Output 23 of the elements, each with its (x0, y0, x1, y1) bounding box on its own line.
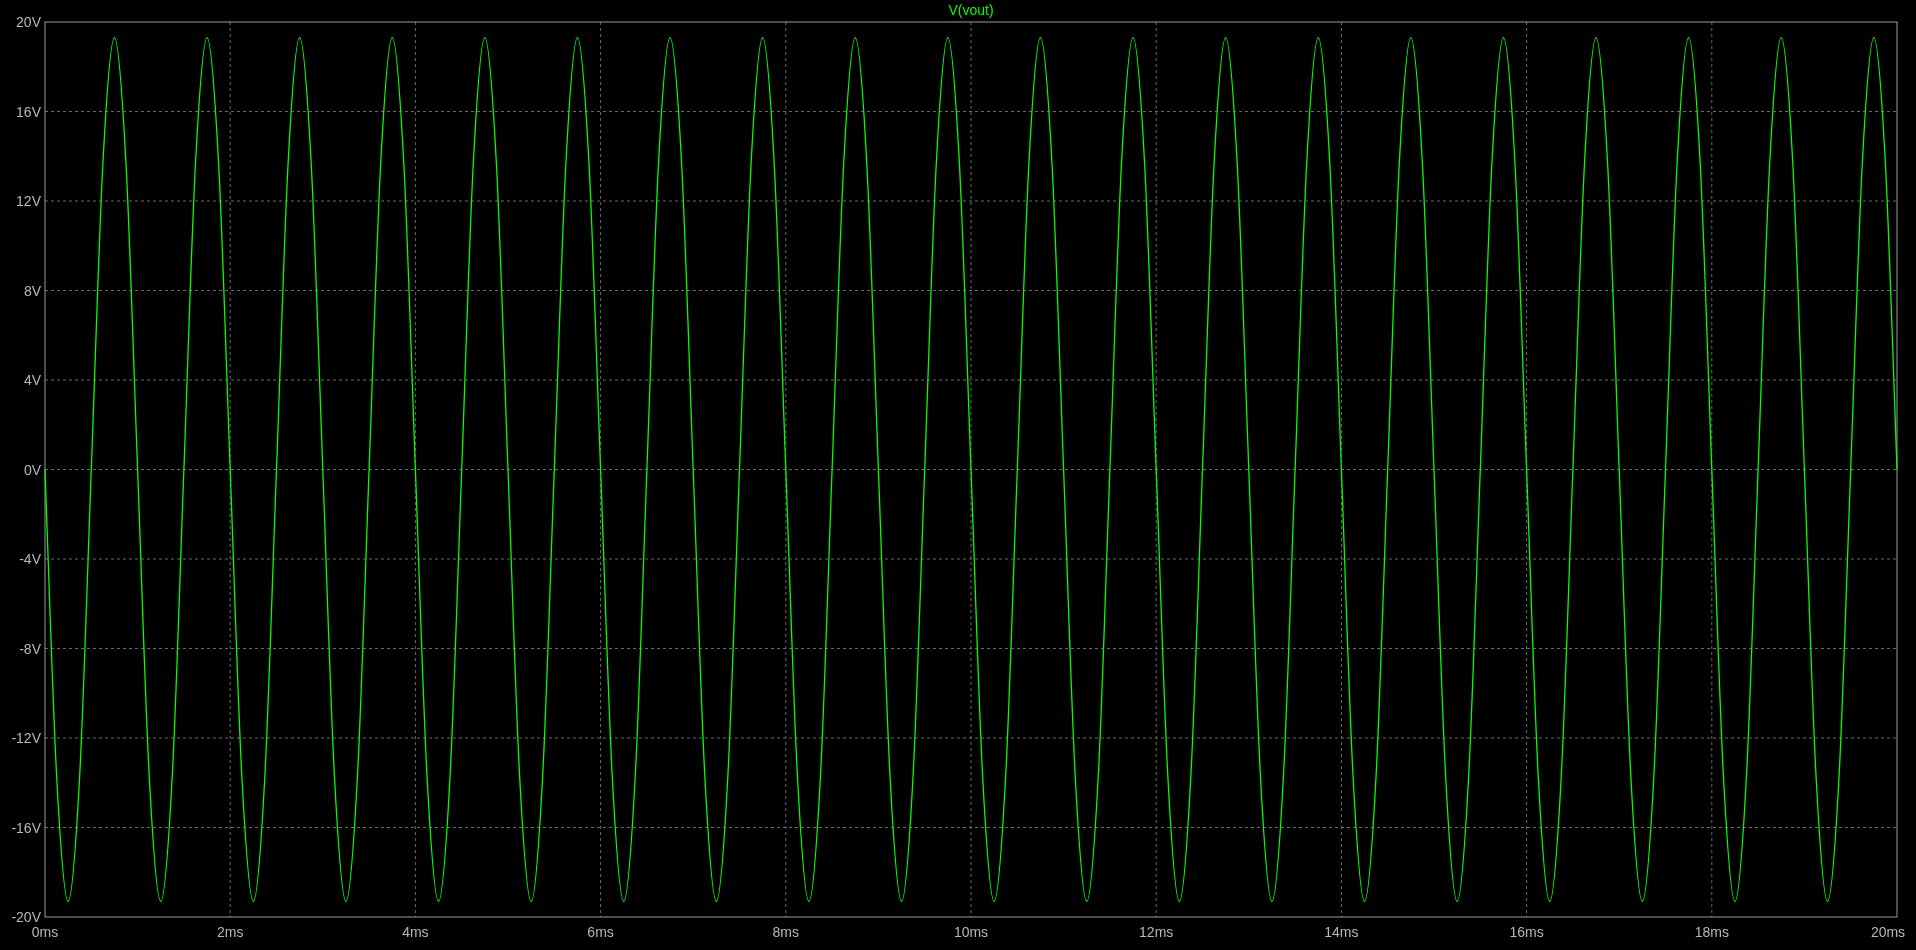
y-tick-label: -20V (11, 909, 41, 925)
y-tick-label: 20V (16, 14, 41, 30)
y-tick-label: 12V (16, 193, 41, 209)
y-tick-label: -12V (11, 730, 41, 746)
y-tick-label: -4V (19, 551, 41, 567)
y-tick-label: 16V (16, 103, 41, 120)
x-tick-label: 4ms (402, 924, 429, 940)
x-tick-label: 14ms (1324, 924, 1359, 940)
x-tick-label: 18ms (1694, 924, 1729, 940)
y-tick-label: 0V (23, 461, 41, 478)
x-tick-label: 2ms (216, 924, 244, 940)
x-tick-label: 12ms (1139, 924, 1174, 940)
x-tick-label: 0ms (31, 924, 59, 940)
x-tick-label: 20ms (1870, 924, 1906, 940)
x-tick-label: 10ms (953, 924, 989, 940)
x-tick-label: 6ms (587, 924, 614, 940)
x-tick-label: 16ms (1509, 924, 1544, 940)
y-tick-label: 4V (23, 372, 41, 388)
y-tick-label: -8V (19, 640, 41, 657)
x-tick-label: 8ms (772, 924, 800, 940)
y-tick-label: -16V (11, 819, 41, 836)
trace-name: V(vout) (948, 2, 994, 18)
y-tick-label: 8V (23, 282, 41, 299)
